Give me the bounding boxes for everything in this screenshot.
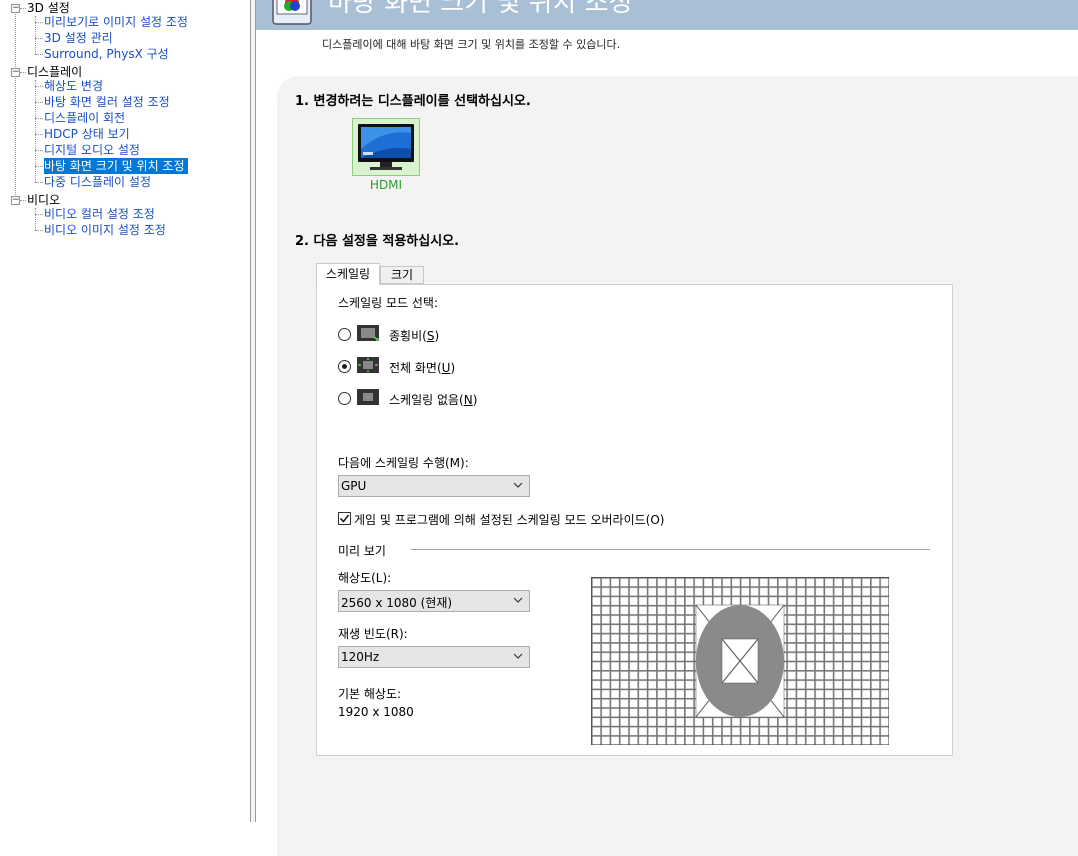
chevron-down-icon (513, 597, 523, 603)
collapse-icon[interactable]: − (11, 68, 20, 77)
page-header: 바탕 화면 크기 및 위치 조정 (256, 0, 1078, 30)
no-scaling-icon (357, 389, 379, 405)
refresh-rate-label: 재생 빈도(R): (338, 627, 408, 641)
monitor-icon (358, 124, 414, 170)
tree-item-preview-image-settings[interactable]: 미리보기로 이미지 설정 조정 (44, 14, 188, 30)
full-screen-radio[interactable] (338, 360, 351, 373)
nvidia-panel-icon (272, 0, 312, 25)
full-screen-icon (357, 357, 379, 373)
preview-group-title: 미리 보기 (338, 544, 386, 558)
tree-item-multiple-displays[interactable]: 다중 디스플레이 설정 (44, 174, 151, 190)
tree-item-surround-physx[interactable]: Surround, PhysX 구성 (44, 46, 169, 62)
resolution-label: 해상도(L): (338, 571, 392, 585)
collapse-icon[interactable]: − (11, 196, 20, 205)
no-scaling-label: 스케일링 없음( (389, 393, 464, 407)
tree-item-video-image[interactable]: 비디오 이미지 설정 조정 (44, 222, 166, 238)
tab-scaling[interactable]: 스케일링 (316, 263, 380, 285)
resolution-dropdown[interactable]: 2560 x 1080 (현재) (338, 590, 530, 612)
chevron-down-icon (513, 482, 523, 488)
checkmark-icon (339, 514, 350, 523)
collapse-icon[interactable]: − (11, 4, 20, 13)
navigation-tree: − 3D 설정 미리보기로 이미지 설정 조정 3D 설정 관리 Surroun… (0, 0, 250, 822)
aspect-ratio-icon (357, 325, 379, 341)
tree-item-manage-3d-settings[interactable]: 3D 설정 관리 (44, 30, 113, 46)
full-screen-hotkey: U (441, 361, 451, 375)
tree-item-hdcp-status[interactable]: HDCP 상태 보기 (44, 126, 130, 142)
page-description: 디스플레이에 대해 바탕 화면 크기 및 위치를 조정할 수 있습니다. (322, 38, 621, 51)
display-select-button[interactable] (352, 118, 420, 176)
perform-scaling-value: GPU (341, 479, 367, 493)
native-resolution-label: 기본 해상도: (338, 687, 402, 701)
page-title: 바탕 화면 크기 및 위치 조정 (328, 0, 633, 18)
native-resolution-value: 1920 x 1080 (338, 705, 414, 719)
full-screen-label: 전체 화면( (389, 361, 442, 375)
aspect-ratio-label: 종횡비( (389, 329, 427, 343)
tree-item-desktop-size-position[interactable]: 바탕 화면 크기 및 위치 조정 (44, 158, 188, 174)
aspect-ratio-hotkey: S (426, 329, 435, 343)
tree-trunk-line (15, 12, 16, 201)
refresh-rate-value: 120Hz (341, 650, 380, 664)
scaling-mode-label: 스케일링 모드 선택: (338, 296, 438, 310)
tree-item-video-color[interactable]: 비디오 컬러 설정 조정 (44, 206, 155, 222)
refresh-rate-dropdown[interactable]: 120Hz (338, 646, 530, 668)
aspect-ratio-radio[interactable] (338, 328, 351, 341)
resolution-value: 2560 x 1080 (현재) (341, 596, 453, 610)
override-checkbox[interactable] (338, 512, 351, 525)
no-scaling-radio[interactable] (338, 392, 351, 405)
tree-item-change-resolution[interactable]: 해상도 변경 (44, 78, 103, 94)
override-label: 게임 및 프로그램에 의해 설정된 스케일링 모드 오버라이드(O) (354, 513, 665, 527)
step1-heading: 1. 변경하려는 디스플레이를 선택하십시오. (295, 94, 531, 109)
tree-item-digital-audio[interactable]: 디지털 오디오 설정 (44, 142, 140, 158)
no-scaling-hotkey: N (463, 393, 473, 407)
tab-size[interactable]: 크기 (380, 266, 424, 284)
step2-heading: 2. 다음 설정을 적용하십시오. (295, 234, 460, 249)
tree-item-rotate-display[interactable]: 디스플레이 회전 (44, 110, 125, 126)
tree-branch-line (35, 208, 36, 230)
perform-scaling-dropdown[interactable]: GPU (338, 475, 530, 497)
scaling-preview-image (591, 577, 889, 745)
perform-scaling-label: 다음에 스케일링 수행(M): (338, 456, 469, 470)
pane-splitter[interactable] (250, 0, 256, 822)
chevron-down-icon (513, 653, 523, 659)
display-name-label: HDMI (369, 178, 403, 192)
preview-separator (411, 549, 930, 550)
tree-item-desktop-color[interactable]: 바탕 화면 컬러 설정 조정 (44, 94, 170, 110)
